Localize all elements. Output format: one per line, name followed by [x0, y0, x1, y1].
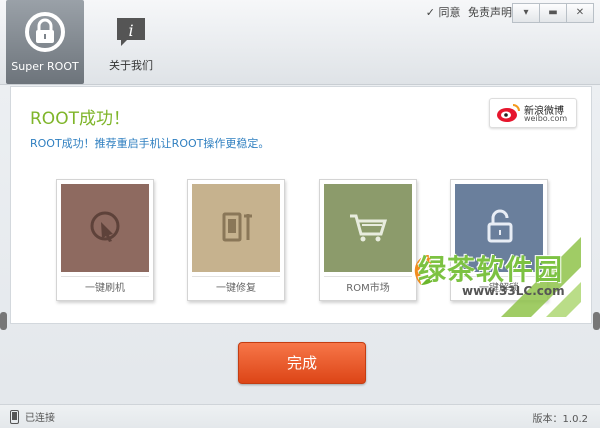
disclaimer-link[interactable]: 免责声明: [468, 6, 512, 19]
repair-icon: [222, 212, 252, 242]
app-window: Super ROOT i 关于我们 ✓ 同意 免责声明 ▾ ▬ ✕ ROOT成功…: [0, 0, 600, 428]
right-resize-handle[interactable]: [593, 312, 600, 330]
top-bar: Super ROOT i 关于我们 ✓ 同意 免责声明 ▾ ▬ ✕: [0, 0, 600, 85]
card-image: [61, 184, 149, 272]
card-image: [324, 184, 412, 272]
tab-super-root[interactable]: Super ROOT: [6, 0, 84, 84]
card-flash[interactable]: 一键刷机: [56, 179, 154, 301]
svg-text:i: i: [128, 21, 133, 40]
card-label: 一键刷机: [85, 283, 125, 294]
weibo-icon: [497, 104, 520, 122]
tab-label: 关于我们: [109, 59, 153, 72]
close-icon[interactable]: ✕: [566, 3, 594, 23]
card-rom-market[interactable]: ROM市场: [319, 179, 417, 301]
page-subtitle: ROOT成功！推荐重启手机让ROOT操作更稳定。: [30, 137, 270, 150]
tab-about-us[interactable]: i 关于我们: [92, 0, 170, 84]
left-resize-handle[interactable]: [0, 312, 7, 330]
divider: [61, 276, 149, 277]
watermark-url: www.33LC.com: [462, 284, 565, 298]
weibo-domain: weibo.com: [524, 114, 568, 123]
agree-label: 同意: [438, 6, 461, 19]
card-label: 一键修复: [216, 283, 256, 294]
card-image: [192, 184, 280, 272]
restore-icon[interactable]: ▬: [539, 3, 567, 23]
info-bubble-icon: i: [117, 18, 145, 46]
connection-status: 已连接: [25, 413, 55, 424]
card-repair[interactable]: 一键修复: [187, 179, 285, 301]
phone-icon: [10, 409, 19, 424]
weibo-button[interactable]: 新浪微博 weibo.com: [489, 98, 577, 128]
minimize-icon[interactable]: ▾: [512, 3, 540, 23]
flash-icon: [90, 211, 120, 242]
status-bar: 已连接 版本：1.0.2: [0, 404, 600, 428]
agreement-area: ✓ 同意 免责声明: [426, 4, 512, 20]
divider: [324, 276, 412, 277]
version-label: 版本：1.0.2: [532, 414, 588, 425]
cart-icon: [350, 214, 388, 242]
window-controls: ▾ ▬ ✕: [512, 3, 594, 23]
lock-refresh-icon: [25, 12, 65, 52]
done-button[interactable]: 完成: [238, 342, 366, 384]
watermark-name: 绿茶软件园: [418, 253, 564, 286]
page-title: ROOT成功！: [30, 109, 130, 129]
tab-label: Super ROOT: [11, 60, 79, 73]
divider: [192, 276, 280, 277]
check-icon: ✓: [425, 6, 435, 19]
card-label: ROM市场: [346, 283, 390, 294]
